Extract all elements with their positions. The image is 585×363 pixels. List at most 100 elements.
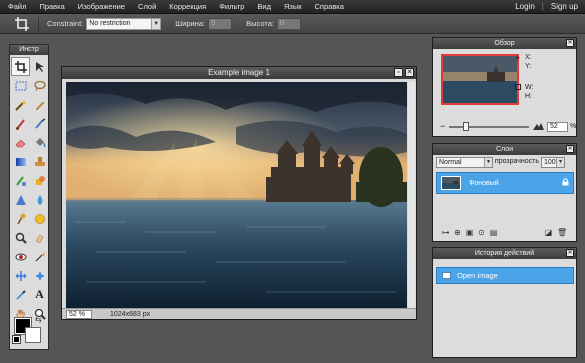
sharpen-tool-icon[interactable] xyxy=(11,190,30,209)
panel-close-icon[interactable]: ✕ xyxy=(566,249,574,257)
panel-close-icon[interactable]: ✕ xyxy=(566,145,574,153)
maximize-icon[interactable]: ▫ xyxy=(394,68,403,77)
menu-layer[interactable]: Слой xyxy=(132,2,163,11)
color-replace-tool-icon[interactable] xyxy=(11,171,30,190)
crop-icon[interactable] xyxy=(14,16,30,31)
opacity-label: Непрозрачность: xyxy=(495,158,539,165)
image-status-bar: 52 % 1024x683 px xyxy=(62,308,416,319)
height-label: Высота: xyxy=(246,19,274,28)
navigator-thumbnail[interactable] xyxy=(441,54,519,105)
chevron-down-icon: ▼ xyxy=(484,158,492,167)
close-icon[interactable]: ✕ xyxy=(405,68,414,77)
menu-image[interactable]: Изображение xyxy=(72,2,132,11)
bloat-tool-icon[interactable] xyxy=(30,247,49,266)
layer-settings-icon[interactable]: ⊙ xyxy=(477,228,486,237)
background-color[interactable] xyxy=(25,327,41,343)
blur-tool-icon[interactable] xyxy=(30,190,49,209)
image-canvas[interactable] xyxy=(66,82,407,308)
zoom-in-icon[interactable] xyxy=(533,121,544,130)
dodge-tool-icon[interactable] xyxy=(11,209,30,228)
vertical-scrollbar[interactable] xyxy=(408,82,415,308)
layers-panel: Слои ✕ Normal ▼ Непрозрачность: 100 ▼ Фо… xyxy=(432,143,577,242)
red-eye-tool-icon[interactable] xyxy=(11,247,30,266)
history-item[interactable]: Open image xyxy=(436,267,574,284)
new-layer-icon[interactable]: ◪ xyxy=(544,228,553,237)
constraint-select[interactable]: No restriction ▼ xyxy=(86,17,162,30)
zoom-slider[interactable] xyxy=(449,122,529,131)
tools-grid: A xyxy=(10,55,48,323)
crop-tool-icon[interactable] xyxy=(11,57,30,76)
sponge-tool-icon[interactable] xyxy=(11,228,30,247)
width-input[interactable]: 0 xyxy=(208,17,233,30)
eyedropper-tool-icon[interactable] xyxy=(11,285,30,304)
bucket-tool-icon[interactable] xyxy=(30,133,49,152)
signup-link[interactable]: Sign up xyxy=(544,2,585,11)
burn-tool-icon[interactable] xyxy=(30,209,49,228)
lasso-tool-icon[interactable] xyxy=(30,76,49,95)
spot-heal-tool-icon[interactable] xyxy=(30,266,49,285)
reset-colors-icon[interactable] xyxy=(12,335,21,344)
brush-tool-icon[interactable] xyxy=(11,114,30,133)
tools-title: Инстр xyxy=(10,45,48,55)
image-zoom-value: 52 xyxy=(69,310,77,318)
layer-adjust-icon[interactable]: ▤ xyxy=(489,228,498,237)
drawing-tool-icon[interactable] xyxy=(30,171,49,190)
open-image-icon xyxy=(442,271,451,280)
pinch-tool-icon[interactable] xyxy=(11,266,30,285)
color-swatches: ⇆ xyxy=(12,315,47,347)
history-panel: История действий ✕ Open image xyxy=(432,247,577,358)
width-label: Ширина: xyxy=(175,19,206,28)
panel-close-icon[interactable]: ✕ xyxy=(566,39,574,47)
menu-bar: Файл Правка Изображение Слой Коррекция Ф… xyxy=(0,0,585,14)
chevron-down-icon: ▼ xyxy=(151,18,161,29)
text-tool-icon[interactable]: A xyxy=(30,285,49,304)
lock-icon[interactable] xyxy=(562,178,569,188)
opacity-select[interactable]: 100 ▼ xyxy=(541,157,565,168)
swap-colors-icon[interactable]: ⇆ xyxy=(35,315,42,324)
link-layers-icon[interactable]: ⊶ xyxy=(441,228,450,237)
layer-mask-icon[interactable]: ▣ xyxy=(465,228,474,237)
menu-help[interactable]: Справка xyxy=(309,2,351,11)
tools-panel: Инстр A ⇆ xyxy=(9,44,49,350)
smudge-tool-icon[interactable] xyxy=(30,228,49,247)
menu-view[interactable]: Вид xyxy=(251,2,278,11)
layers-title-text: Слои xyxy=(495,146,514,153)
move-tool-icon[interactable] xyxy=(30,57,49,76)
options-bar: Constraint: No restriction ▼ Ширина: 0 В… xyxy=(0,14,585,34)
menu-edit[interactable]: Правка xyxy=(33,2,71,11)
eraser-tool-icon[interactable] xyxy=(11,133,30,152)
menu-language[interactable]: Язык xyxy=(278,2,309,11)
navigator-zoom-input[interactable]: 52 xyxy=(547,122,568,132)
marquee-tool-icon[interactable] xyxy=(11,76,30,95)
layer-thumbnail xyxy=(441,176,461,190)
layer-styles-icon[interactable]: ⊕ xyxy=(453,228,462,237)
navigator-xy: + X: Y: xyxy=(515,53,532,71)
clone-tool-icon[interactable] xyxy=(30,114,49,133)
delete-layer-icon[interactable]: 🗑 xyxy=(557,228,567,237)
image-window: Example image 1 ▫ ✕ 52 % 1024x683 px xyxy=(61,66,417,320)
stamp-tool-icon[interactable] xyxy=(30,152,49,171)
pencil-tool-icon[interactable] xyxy=(30,95,49,114)
navigator-title-text: Обзор xyxy=(494,40,515,47)
navigator-panel: Обзор ✕ + X: Y: W: H: − 52 % xyxy=(432,37,577,137)
menu-filter[interactable]: Фильтр xyxy=(213,2,251,11)
blend-mode-select[interactable]: Normal ▼ xyxy=(436,157,493,168)
image-zoom-input[interactable]: 52 % xyxy=(66,309,92,319)
zoom-slider-knob[interactable] xyxy=(463,122,469,131)
x-label: X: xyxy=(525,54,532,61)
layer-tools-right: ◪ 🗑 xyxy=(544,228,567,237)
blend-mode-value: Normal xyxy=(439,159,462,166)
height-input[interactable]: 0 xyxy=(276,17,301,30)
size-icon xyxy=(515,84,521,90)
image-window-titlebar[interactable]: Example image 1 ▫ ✕ xyxy=(62,67,416,79)
menu-file[interactable]: Файл xyxy=(0,2,33,11)
navigator-zoom-unit: % xyxy=(570,123,577,130)
gradient-tool-icon[interactable] xyxy=(11,152,30,171)
layer-row[interactable]: Фоновый xyxy=(436,172,574,194)
layer-tools-left: ⊶ ⊕ ▣ ⊙ ▤ xyxy=(441,228,498,237)
constraint-label: Constraint: xyxy=(47,19,84,28)
wand-tool-icon[interactable] xyxy=(11,95,30,114)
zoom-out-icon[interactable]: − xyxy=(440,121,445,131)
login-link[interactable]: Login xyxy=(508,2,542,11)
menu-adjust[interactable]: Коррекция xyxy=(163,2,213,11)
